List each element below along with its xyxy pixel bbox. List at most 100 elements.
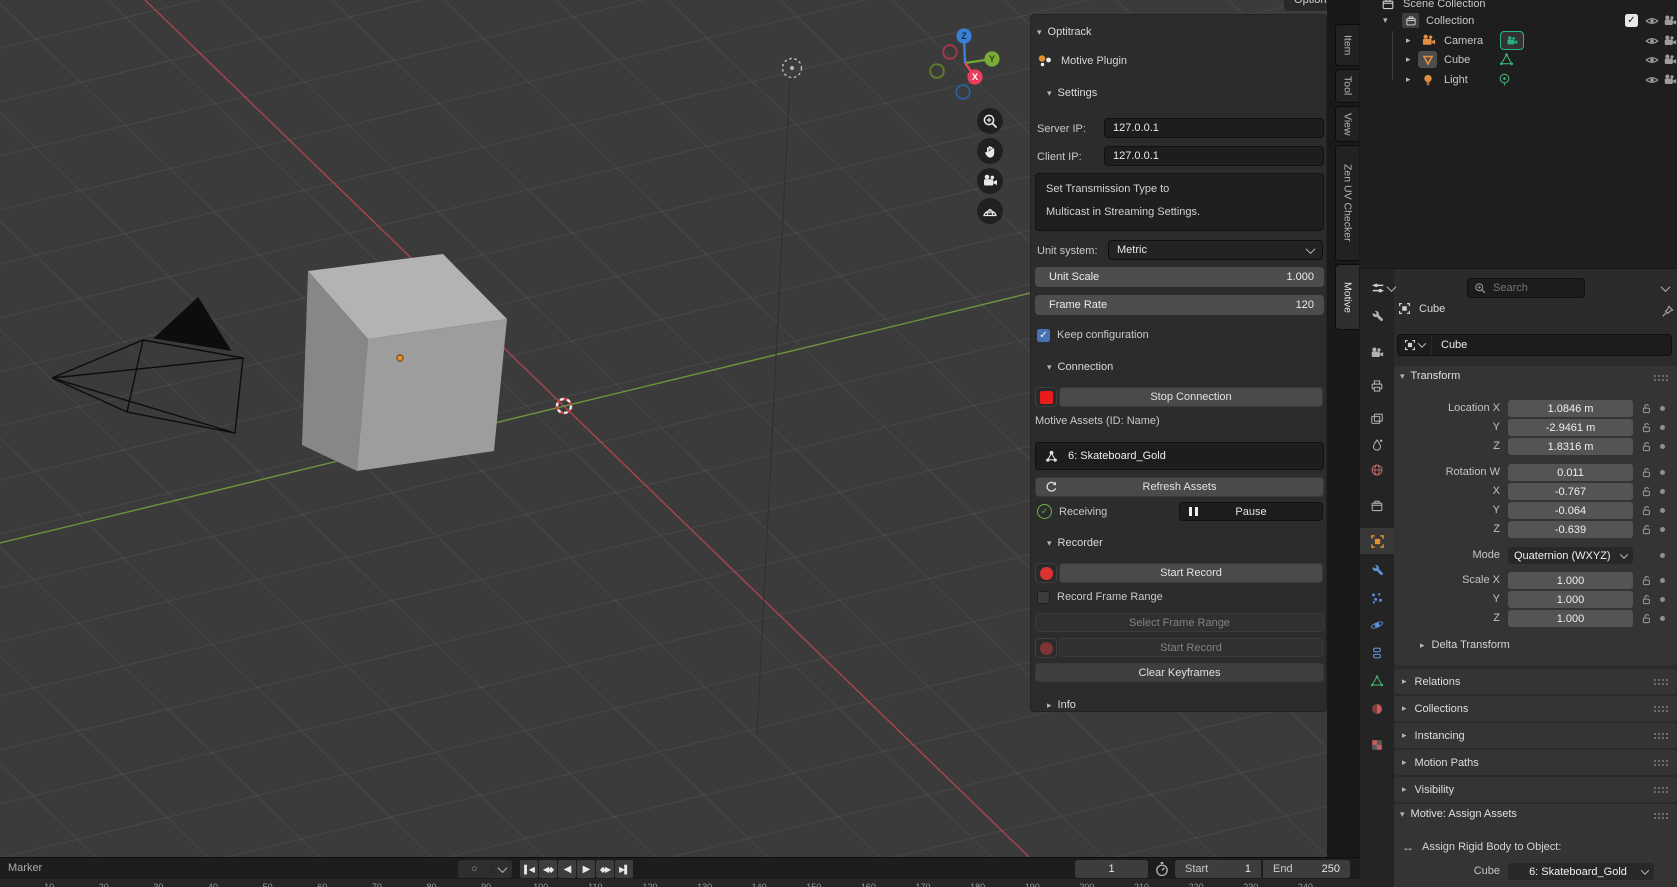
chevron-down-icon[interactable]: ▾ <box>1383 15 1388 26</box>
panel-motion-paths[interactable]: ▸Motion Paths <box>1394 750 1677 775</box>
asset-list-item[interactable]: 6: Skateboard_Gold <box>1035 442 1324 470</box>
sidebar-tab-zen-uv-checker[interactable]: Zen UV Checker <box>1335 145 1359 261</box>
lock-icon[interactable] <box>1640 440 1652 453</box>
panel-relations[interactable]: ▸Relations <box>1394 669 1677 694</box>
frame-start-field[interactable]: Start1 <box>1175 860 1261 878</box>
decorator-dot[interactable] <box>1660 489 1665 494</box>
properties-tab-modifiers[interactable] <box>1360 558 1394 584</box>
record-frame-range-checkbox[interactable] <box>1037 591 1050 604</box>
gizmo-y[interactable]: Y <box>984 51 999 66</box>
record-icon-button-disabled[interactable] <box>1035 638 1057 658</box>
refresh-assets-button[interactable]: Refresh Assets <box>1035 477 1324 497</box>
editor-type-selector[interactable] <box>1366 279 1400 297</box>
properties-tab-world[interactable] <box>1360 457 1394 483</box>
scale-z-field[interactable]: 1.000 <box>1508 610 1633 627</box>
search-box[interactable] <box>1467 278 1585 298</box>
location-z-field[interactable]: 1.8316 m <box>1508 438 1633 455</box>
rotation-mode-dropdown[interactable]: Quaternion (WXYZ) <box>1508 547 1633 564</box>
lock-icon[interactable] <box>1640 612 1652 625</box>
scale-y-field[interactable]: 1.000 <box>1508 591 1633 608</box>
panel-drag-handle[interactable] <box>1653 759 1669 766</box>
lock-icon[interactable] <box>1640 523 1652 536</box>
gizmo-x[interactable]: X <box>967 69 982 84</box>
rotation-y-field[interactable]: -0.064 <box>1508 502 1633 519</box>
render-camera-icon[interactable] <box>1663 34 1677 48</box>
location-x-field[interactable]: 1.0846 m <box>1508 400 1633 417</box>
panel-drag-handle[interactable] <box>1653 678 1669 685</box>
render-camera-icon[interactable] <box>1663 53 1677 67</box>
chevron-right-icon[interactable]: ▸ <box>1406 74 1411 85</box>
keying-set-control[interactable]: ○ <box>458 860 512 878</box>
panel-visibility[interactable]: ▸Visibility <box>1394 777 1677 802</box>
timeline-ruler[interactable]: 1020304050607080901001101201301401501601… <box>0 879 1360 887</box>
decorator-dot[interactable] <box>1660 406 1665 411</box>
frame-end-field[interactable]: End250 <box>1263 860 1350 878</box>
outliner-row-camera[interactable]: ▸ Camera <box>1360 31 1677 50</box>
keep-configuration-checkbox[interactable]: ✓ <box>1037 329 1050 342</box>
transform-panel-header[interactable]: ▾ Transform <box>1400 370 1460 382</box>
properties-tab-tool[interactable] <box>1360 304 1394 330</box>
jump-to-start-button[interactable]: ▌◀ <box>520 860 538 878</box>
lock-icon[interactable] <box>1640 421 1652 434</box>
properties-tab-output[interactable] <box>1360 373 1394 399</box>
start-record-button-disabled[interactable]: Start Record <box>1059 638 1323 657</box>
navigation-gizmo[interactable]: Z Y X <box>928 22 1004 106</box>
decorator-dot[interactable] <box>1660 508 1665 513</box>
stop-connection-button[interactable]: Stop Connection <box>1059 387 1323 407</box>
toggle-grid-button[interactable] <box>977 198 1003 224</box>
pause-button[interactable]: Pause <box>1179 502 1323 521</box>
eye-icon[interactable] <box>1645 34 1659 48</box>
jump-to-end-button[interactable]: ▶▌ <box>615 860 633 878</box>
id-type-icon[interactable] <box>1398 335 1432 355</box>
search-input[interactable] <box>1491 281 1575 295</box>
outliner-row-light[interactable]: ▸ Light <box>1360 70 1677 89</box>
chevron-right-icon[interactable]: ▸ <box>1406 35 1411 46</box>
motive-panel-header[interactable]: ▾ Motive: Assign Assets <box>1400 808 1517 820</box>
decorator-dot[interactable] <box>1660 578 1665 583</box>
scale-x-field[interactable]: 1.000 <box>1508 572 1633 589</box>
properties-tab-physics[interactable] <box>1360 612 1394 638</box>
section-header-info[interactable]: ▸ Info <box>1031 696 1342 714</box>
rotation-w-field[interactable]: 0.011 <box>1508 464 1633 481</box>
decorator-dot[interactable] <box>1660 425 1665 430</box>
decorator-dot[interactable] <box>1660 527 1665 532</box>
outliner-row-cube[interactable]: ▸ Cube <box>1360 50 1677 69</box>
sidebar-tab-view[interactable]: View <box>1335 106 1359 142</box>
zoom-tool-button[interactable] <box>977 108 1003 134</box>
decorator-dot[interactable] <box>1660 616 1665 621</box>
record-icon-button[interactable] <box>1035 563 1057 583</box>
server-ip-field[interactable] <box>1104 118 1324 138</box>
sidebar-tab-motive[interactable]: Motive <box>1335 264 1359 330</box>
properties-tab-collection[interactable] <box>1360 493 1394 519</box>
properties-tab-view-layer[interactable] <box>1360 406 1394 432</box>
stop-connection-icon-button[interactable] <box>1035 387 1057 407</box>
eye-icon[interactable] <box>1645 14 1659 28</box>
chevron-right-icon[interactable]: ▸ <box>1406 54 1411 65</box>
unit-scale-slider[interactable]: Unit Scale 1.000 <box>1035 267 1324 287</box>
properties-tab-particles[interactable] <box>1360 585 1394 611</box>
lock-icon[interactable] <box>1640 402 1652 415</box>
cube-object[interactable] <box>302 254 507 471</box>
stopwatch-icon[interactable] <box>1154 861 1170 877</box>
render-camera-icon[interactable] <box>1663 73 1677 87</box>
panel-instancing[interactable]: ▸Instancing <box>1394 723 1677 748</box>
gizmo-neg-x[interactable] <box>943 45 957 59</box>
pin-icon[interactable] <box>1660 304 1675 319</box>
camera-view-button[interactable] <box>977 168 1003 194</box>
play-reverse-button[interactable]: ◀ <box>558 860 576 878</box>
properties-tab-object-data[interactable] <box>1360 668 1394 694</box>
pan-hand-button[interactable] <box>977 138 1003 164</box>
gizmo-z[interactable]: Z <box>956 28 971 43</box>
lock-icon[interactable] <box>1640 593 1652 606</box>
eye-icon[interactable] <box>1645 53 1659 67</box>
properties-tab-texture[interactable] <box>1360 732 1394 758</box>
assign-asset-dropdown[interactable]: 6: Skateboard_Gold <box>1508 863 1654 880</box>
decorator-dot[interactable] <box>1660 553 1665 558</box>
panel-drag-handle[interactable] <box>1653 786 1669 793</box>
render-camera-icon[interactable] <box>1663 14 1677 28</box>
location-y-field[interactable]: -2.9461 m <box>1508 419 1633 436</box>
camera-object[interactable] <box>52 298 243 433</box>
section-header-recorder[interactable]: ▾ Recorder <box>1031 534 1342 552</box>
eye-icon[interactable] <box>1645 73 1659 87</box>
panel-header-optitrack[interactable]: ▾ Optitrack <box>1031 23 1332 41</box>
